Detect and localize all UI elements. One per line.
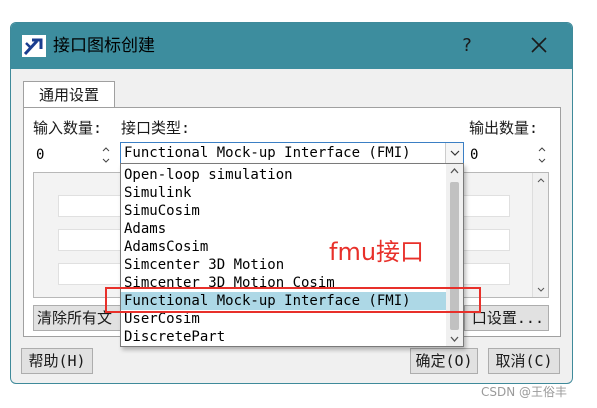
port-settings-button[interactable]: 口设置...: [464, 305, 549, 331]
help-button[interactable]: 帮助(H): [21, 348, 93, 374]
scroll-arrows-icon: [537, 178, 545, 292]
combo-drop-button[interactable]: [445, 143, 463, 163]
close-icon[interactable]: [517, 31, 561, 61]
spin-arrows-icon[interactable]: [536, 144, 548, 166]
dropdown-option[interactable]: Open-loop simulation: [121, 166, 447, 184]
dropdown-scrollbar[interactable]: [446, 164, 463, 346]
dropdown-option[interactable]: SimuCosim: [121, 202, 447, 220]
watermark: CSDN @王俗丰: [481, 385, 568, 399]
dropdown-option[interactable]: UserCosim: [121, 310, 447, 328]
cancel-button[interactable]: 取消(C): [488, 348, 560, 374]
app-icon: [22, 35, 46, 57]
chevron-down-icon: [450, 150, 460, 156]
annotation-text: fmu接口: [329, 238, 425, 266]
tab-general-settings[interactable]: 通用设置: [23, 81, 115, 108]
interface-type-label: 接口类型:: [121, 119, 191, 137]
screenshot-stage: 接口图标创建 ? 通用设置 输入数量: 接口类型: 输出数量: 0 Functi…: [0, 0, 597, 408]
output-count-spinbox[interactable]: 0: [467, 143, 549, 165]
window-title: 接口图标创建: [53, 36, 155, 56]
clear-all-button[interactable]: 清除所有文: [33, 305, 123, 331]
interface-type-selected: Functional Mock-up Interface (FMI): [124, 145, 411, 161]
title-bar[interactable]: 接口图标创建 ?: [11, 23, 572, 69]
dropdown-option[interactable]: DiscretePart: [121, 328, 447, 346]
help-icon[interactable]: ?: [452, 31, 482, 61]
output-count-label: 输出数量:: [469, 119, 539, 137]
input-count-label: 输入数量:: [33, 119, 103, 137]
dropdown-option[interactable]: Simcenter 3D Motion Cosim: [121, 274, 447, 292]
input-count-value: 0: [36, 147, 45, 163]
input-count-spinbox[interactable]: 0: [33, 143, 113, 165]
output-count-value: 0: [470, 147, 479, 163]
dropdown-option-selected[interactable]: Functional Mock-up Interface (FMI): [121, 292, 447, 310]
interface-type-combobox[interactable]: Functional Mock-up Interface (FMI): [120, 142, 464, 164]
ok-button[interactable]: 确定(O): [410, 348, 478, 374]
dropdown-option[interactable]: Simulink: [121, 184, 447, 202]
list-scrollbar[interactable]: [532, 173, 548, 297]
spin-arrows-icon[interactable]: [100, 144, 112, 166]
scroll-thumb[interactable]: [450, 182, 459, 330]
